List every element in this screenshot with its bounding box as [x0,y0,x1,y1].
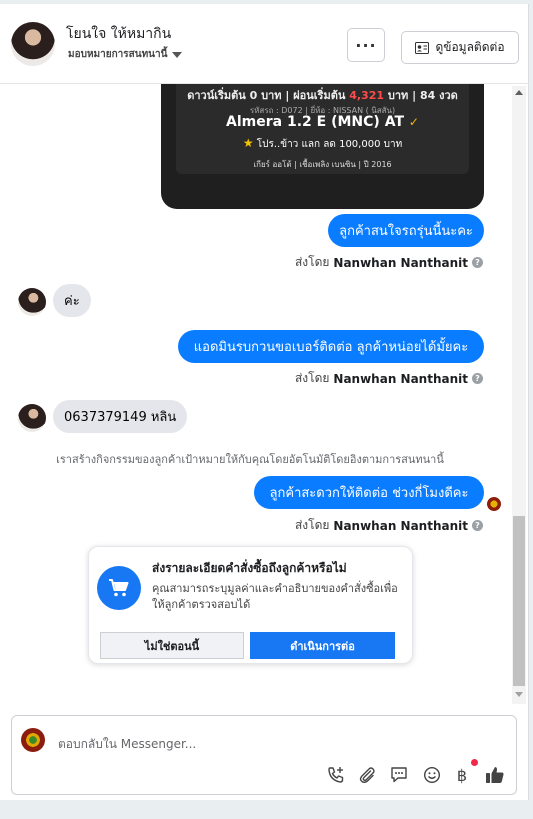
message-incoming[interactable]: ค่ะ [53,284,91,317]
car-model: Almera 1.2 E (MNC) AT ✓ [176,114,469,130]
car-model-text: Almera 1.2 E (MNC) AT [226,114,404,130]
help-icon[interactable]: ? [472,257,483,268]
order-prompt-card: ส่งรายละเอียดคำสั่งซื้อถึงลูกค้าหรือไม่ … [88,546,413,664]
thumbs-up-icon[interactable] [484,764,506,786]
sent-by-line: ส่งโดย Nanwhan Nanthanit ? [295,369,483,388]
messenger-panel: โยนใจ ให้หมากิน มอบหมายการสนทนานี้ ··· ด… [0,4,529,800]
help-icon[interactable]: ? [472,520,483,531]
sender-name: Nanwhan Nanthanit [333,518,468,533]
reply-input[interactable]: ตอบกลับใน Messenger... [58,735,196,754]
shopping-cart-icon [109,579,129,597]
smile-icon[interactable] [421,764,443,786]
price-line: ดาวน์เริ่มต้น 0 บาท | ผ่อนเริ่มต้น 4,321… [176,86,469,104]
check-badge-icon: ✓ [408,115,419,129]
caret-down-icon [172,51,183,58]
avatar[interactable] [11,22,55,66]
scrollbar-thumb[interactable] [513,516,525,686]
paperclip-icon[interactable] [356,764,378,786]
system-note: เราสร้างกิจกรรมของลูกค้าเป้าหมายให้กับคุ… [56,453,444,466]
car-specs: เกียร์ ออโต้ | เชื้อเพลิง เบนซิน | ปี 20… [253,160,392,169]
page-badge-icon [487,497,501,511]
scroll-up-arrow[interactable] [515,90,523,95]
contact-name: โยนใจ ให้หมากิน [66,26,172,42]
sent-by-prefix: ส่งโดย [294,518,330,532]
conversation-header: โยนใจ ให้หมากิน มอบหมายการสนทนานี้ ··· ด… [0,4,529,84]
scrollbar[interactable] [512,86,526,704]
more-icon: ··· [355,35,377,55]
price-prefix: ดาวน์เริ่มต้น 0 บาท | ผ่อนเริ่มต้น [187,89,346,102]
car-promo: ★ โปร..ข้าว แลก ลด 100,000 บาท [176,136,469,152]
contact-card-icon [415,41,430,54]
monthly-price: 4,321 [349,89,385,102]
car-listing-image[interactable]: ดาวน์เริ่มต้น 0 บาท | ผ่อนเริ่มต้น 4,321… [161,84,484,209]
contact-avatar [18,288,46,316]
sent-by-line: ส่งโดย Nanwhan Nanthanit ? [295,253,483,272]
view-contact-button[interactable]: ดูข้อมูลติดต่อ [401,31,519,64]
cart-icon-circle [97,566,141,610]
more-button[interactable]: ··· [347,28,385,62]
chat-bubble-icon[interactable] [388,764,410,786]
baht-icon[interactable]: ฿ [451,764,473,786]
sent-by-line: ส่งโดย Nanwhan Nanthanit ? [295,516,483,535]
reply-composer[interactable]: ตอบกลับใน Messenger... ฿ [11,715,517,795]
assign-conversation-dropdown[interactable]: มอบหมายการสนทนานี้ [68,47,183,62]
help-icon[interactable]: ? [472,373,483,384]
price-suffix: บาท | 84 งวด [387,89,458,102]
notification-dot [471,759,478,766]
message-incoming[interactable]: 0637379149 หลิน [53,400,188,433]
continue-button[interactable]: ดำเนินการต่อ [250,632,395,659]
star-icon: ★ [242,136,254,150]
sender-name: Nanwhan Nanthanit [333,371,468,386]
contact-avatar [18,404,46,432]
scroll-down-arrow[interactable] [515,692,523,697]
phone-add-icon[interactable] [325,764,347,786]
assign-label: มอบหมายการสนทนานี้ [68,49,168,60]
message-outgoing[interactable]: ลูกค้าสะดวกให้ติดต่อ ช่วงกี่โมงดีคะ [254,476,484,509]
order-prompt-description: คุณสามารถระบุมูลค่าและคำอธิบายของคำสั่งซ… [152,582,398,611]
message-outgoing[interactable]: แอดมินรบกวนขอเบอร์ติดต่อ ลูกค้าหน่อยได้ม… [178,330,484,363]
sent-by-prefix: ส่งโดย [294,371,330,385]
view-contact-label: ดูข้อมูลติดต่อ [435,40,505,54]
car-listing-panel: ดาวน์เริ่มต้น 0 บาท | ผ่อนเริ่มต้น 4,321… [176,84,469,174]
sent-by-prefix: ส่งโดย [294,255,330,269]
not-now-button[interactable]: ไม่ใช่ตอนนี้ [100,632,244,659]
message-outgoing[interactable]: ลูกค้าสนใจรถรุ่นนี้นะคะ [328,214,484,247]
car-promo-text: โปร..ข้าว แลก ลด 100,000 บาท [256,139,403,150]
page-avatar [21,728,45,752]
order-prompt-title: ส่งรายละเอียดคำสั่งซื้อถึงลูกค้าหรือไม่ [152,561,347,575]
sender-name: Nanwhan Nanthanit [333,255,468,270]
